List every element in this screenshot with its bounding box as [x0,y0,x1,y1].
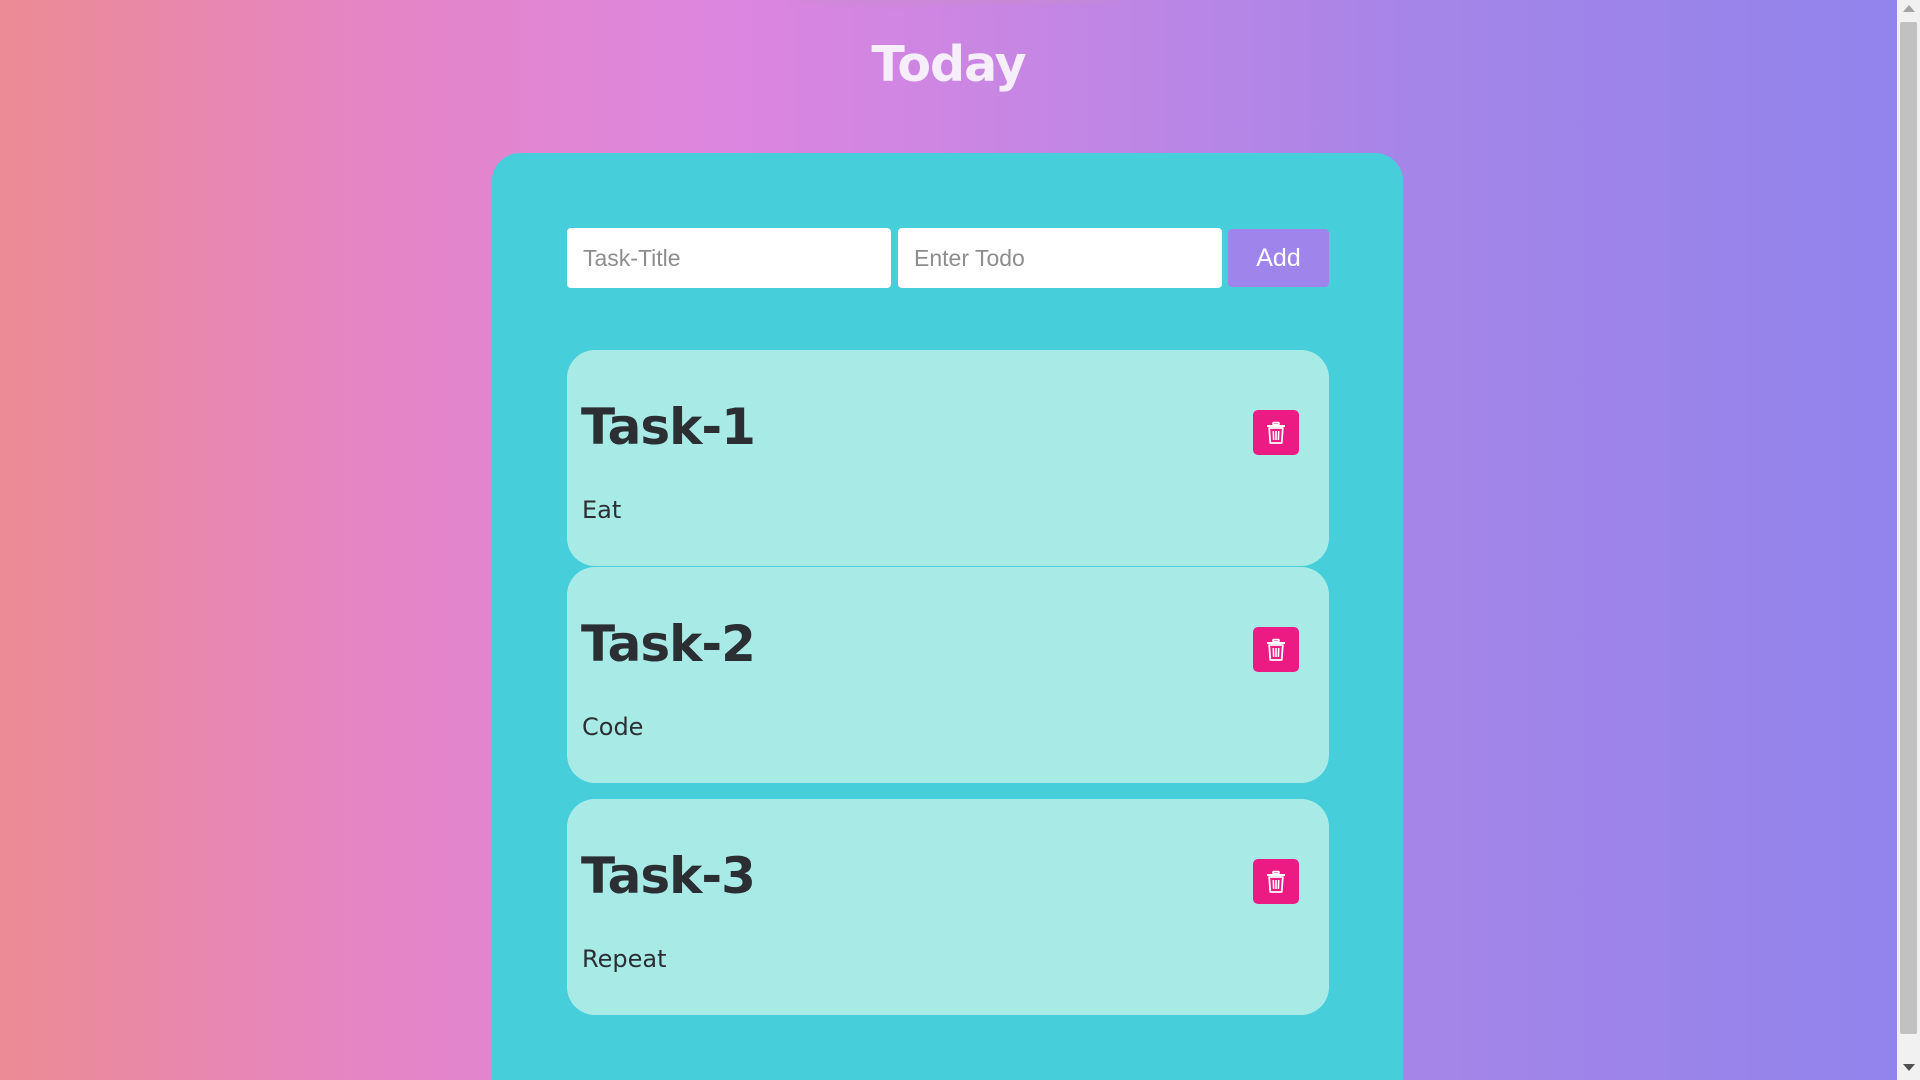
add-button[interactable]: Add [1228,229,1329,287]
add-task-form: Add [567,228,1329,288]
delete-task-button[interactable] [1253,410,1299,455]
top-glow-decoration [790,0,1120,4]
task-description: Repeat [582,945,667,973]
task-title-input[interactable] [567,228,891,288]
scroll-down-arrow-icon[interactable] [1903,1064,1915,1071]
app-background: Today Add Task-1 Eat Task-2 [0,0,1897,1080]
delete-task-button[interactable] [1253,627,1299,672]
todo-container: Add Task-1 Eat Task-2 [492,153,1403,1080]
vertical-scrollbar[interactable] [1897,0,1920,1080]
task-card: Task-2 Code [567,567,1329,783]
task-description: Code [582,713,644,741]
trash-icon [1267,421,1285,444]
todo-input[interactable] [898,228,1222,288]
task-description: Eat [582,496,622,524]
task-title: Task-1 [581,398,756,456]
page-title: Today [871,36,1026,93]
trash-icon [1267,638,1285,661]
task-title: Task-3 [581,847,756,905]
delete-task-button[interactable] [1253,859,1299,904]
task-title: Task-2 [581,615,756,673]
trash-icon [1267,870,1285,893]
scroll-thumb[interactable] [1900,22,1917,1034]
scroll-up-arrow-icon[interactable] [1903,5,1915,12]
task-card: Task-3 Repeat [567,799,1329,1015]
task-card: Task-1 Eat [567,350,1329,566]
